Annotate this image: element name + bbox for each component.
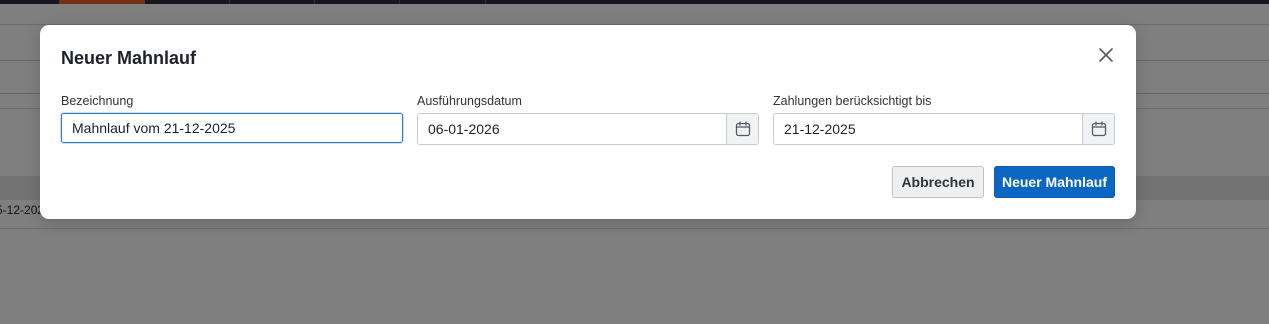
ausfuehrungsdatum-input[interactable]: 06-01-2026 (418, 114, 726, 144)
close-icon (1099, 48, 1113, 62)
calendar-icon (1091, 121, 1106, 137)
new-dunning-run-dialog: Neuer Mahnlauf Bezeichnung Mahnlauf vom … (40, 25, 1136, 219)
cancel-button[interactable]: Abbrechen (892, 166, 984, 198)
zahlungen-bis-value: 21-12-2025 (784, 121, 856, 137)
zahlungen-bis-calendar-button[interactable] (1082, 114, 1114, 144)
ausfuehrungsdatum-field: 06-01-2026 (417, 113, 759, 145)
create-dunning-run-button[interactable]: Neuer Mahnlauf (994, 166, 1115, 198)
ausfuehrungsdatum-calendar-button[interactable] (726, 114, 758, 144)
bezeichnung-value: Mahnlauf vom 21-12-2025 (72, 120, 236, 136)
zahlungen-bis-label: Zahlungen berücksichtigt bis (773, 94, 932, 108)
zahlungen-bis-input[interactable]: 21-12-2025 (774, 114, 1082, 144)
ausfuehrungsdatum-value: 06-01-2026 (428, 121, 500, 137)
bezeichnung-input[interactable]: Mahnlauf vom 21-12-2025 (61, 113, 403, 143)
bezeichnung-label: Bezeichnung (61, 94, 134, 108)
dialog-title: Neuer Mahnlauf (61, 48, 197, 68)
calendar-icon (735, 121, 750, 137)
close-button[interactable] (1095, 44, 1117, 66)
ausfuehrungsdatum-label: Ausführungsdatum (417, 94, 522, 108)
zahlungen-bis-field: 21-12-2025 (773, 113, 1115, 145)
